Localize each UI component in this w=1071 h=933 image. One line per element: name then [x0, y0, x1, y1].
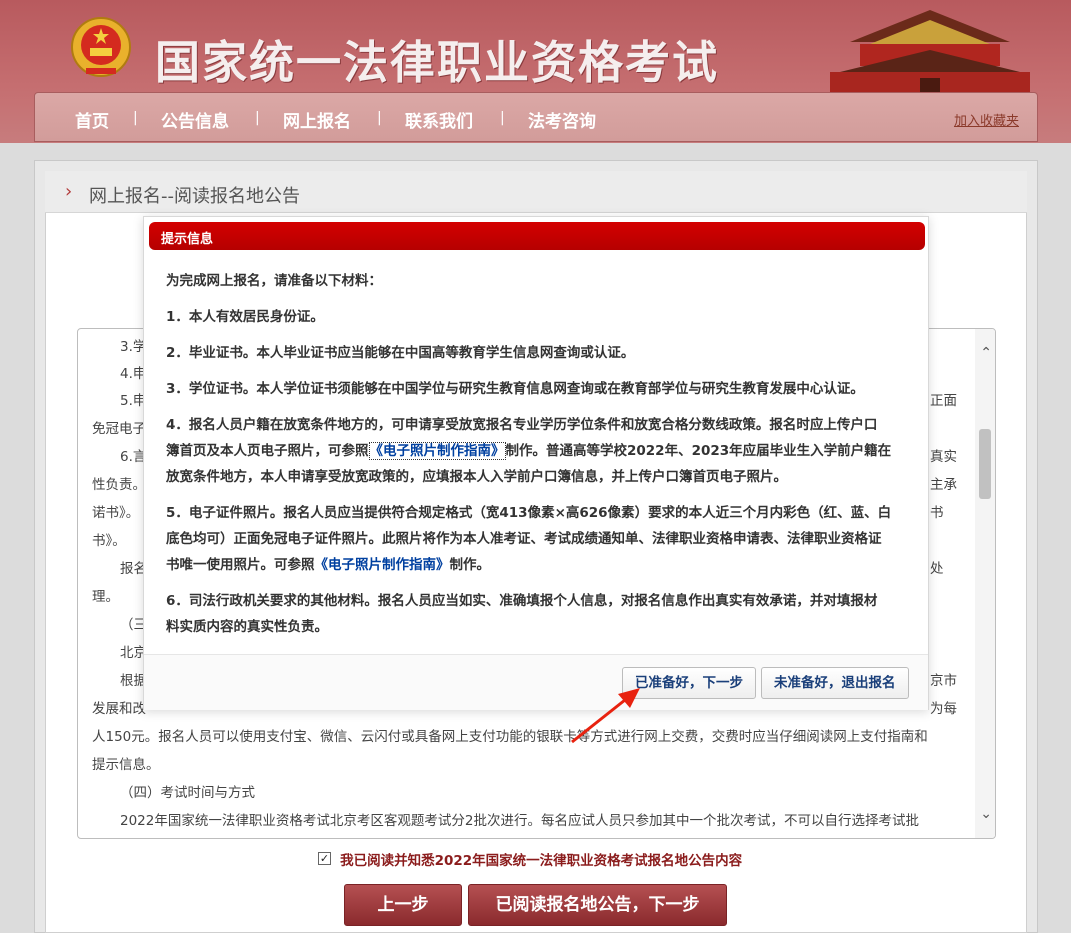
tiananmen-gate-icon [830, 10, 1030, 94]
national-emblem-icon [71, 17, 131, 77]
material-item-6-line2: 料实质内容的真实性负责。 [166, 619, 328, 635]
notice-line: 性负责。 [92, 477, 146, 493]
nav-consultation[interactable]: 法考咨询 [528, 107, 596, 132]
notice-fragment: 正面 [930, 393, 957, 409]
notice-line: 提示信息。 [92, 757, 160, 773]
agree-label[interactable]: 我已阅读并知悉2022年国家统一法律职业资格考试报名地公告内容 [340, 853, 742, 869]
material-item-4-line3: 放宽条件地方，本人申请享受放宽政策的，应填报本人入学前户口簿信息，并上传户口簿首… [166, 469, 787, 485]
nav-separator: | [377, 110, 382, 126]
nav-online-registration[interactable]: 网上报名 [283, 107, 351, 132]
notice-line: 书》。 [92, 533, 126, 549]
chevron-right-icon: › [65, 181, 73, 202]
add-favorite-link[interactable]: 加入收藏夹 [954, 110, 1019, 129]
item4-text-b: 制作。普通高等学校2022年、2023年应届毕业生入学前户籍在 [505, 443, 892, 459]
panel-header: › 网上报名--阅读报名地公告 [45, 171, 1027, 213]
photo-guide-link[interactable]: 《电子照片制作指南》 [315, 557, 450, 573]
not-ready-exit-button[interactable]: 未准备好，退出报名 [761, 667, 909, 699]
item5-text-b: 制作。 [449, 557, 491, 573]
notice-fragment: 为每 [930, 701, 957, 717]
dialog-header: 提示信息 [149, 222, 925, 250]
dialog-footer: 已准备好，下一步 未准备好，退出报名 [144, 654, 928, 710]
nav-separator: | [255, 110, 260, 126]
dialog-intro: 为完成网上报名，请准备以下材料： [166, 273, 382, 289]
nav-separator: | [133, 110, 138, 126]
nav-home[interactable]: 首页 [75, 107, 109, 132]
material-item-6-line1: 6．司法行政机关要求的其他材料。报名人员应当如实、准确填报个人信息，对报名信息作… [166, 593, 878, 609]
material-item-2: 2．毕业证书。本人毕业证书应当能够在中国高等教育学生信息网查询或认证。 [166, 345, 635, 361]
notice-line: 诺书》。 [92, 505, 140, 521]
material-item-3: 3．学位证书。本人学位证书须能够在中国学位与研究生教育信息网查询或在教育部学位与… [166, 381, 864, 397]
notice-scrollbar[interactable]: ⌃ ⌄ [975, 329, 995, 838]
chevron-up-icon[interactable]: ⌃ [980, 345, 992, 361]
material-item-5-line1: 5．电子证件照片。报名人员应当提供符合规定格式（宽413像素×高626像素）要求… [166, 505, 892, 521]
nav-separator: | [500, 110, 505, 126]
main-nav: 首页 | 公告信息 | 网上报名 | 联系我们 | 法考咨询 加入收藏夹 [34, 92, 1038, 142]
dialog-title: 提示信息 [161, 232, 214, 247]
item5-text-a: 书唯一使用照片。可参照 [166, 557, 315, 573]
annotation-arrow-icon [571, 688, 640, 744]
notice-fragment: 主承 [930, 477, 957, 493]
notice-line: 免冠电子 [92, 421, 146, 437]
next-step-button[interactable]: 已阅读报名地公告，下一步 [468, 884, 727, 926]
notice-fragment: 京市 [930, 673, 957, 689]
notice-fragment: 处 [930, 561, 944, 577]
chevron-down-icon[interactable]: ⌄ [980, 806, 992, 822]
notice-fragment: 真实 [930, 449, 957, 465]
notice-fragment: 书 [930, 505, 944, 521]
agree-checkbox[interactable]: ✓ [318, 852, 331, 865]
material-item-4-line1: 4．报名人员户籍在放宽条件地方的，可申请享受放宽报名专业学历学位条件和放宽合格分… [166, 417, 878, 433]
scrollbar-thumb[interactable] [979, 429, 991, 499]
material-item-1: 1．本人有效居民身份证。 [166, 309, 324, 325]
prev-step-button[interactable]: 上一步 [344, 884, 462, 926]
nav-announcements[interactable]: 公告信息 [161, 107, 229, 132]
material-item-5-line2: 底色均可）正面免冠电子证件照片。此照片将作为本人准考证、考试成绩通知单、法律职业… [166, 531, 882, 547]
prompt-dialog: 提示信息 为完成网上报名，请准备以下材料： 1．本人有效居民身份证。 2．毕业证… [143, 216, 929, 710]
nav-contact[interactable]: 联系我们 [405, 107, 473, 132]
notice-line: 发展和改 [92, 701, 146, 717]
material-item-4-line2: 簿首页及本人页电子照片，可参照《电子照片制作指南》制作。普通高等学校2022年、… [166, 439, 892, 460]
site-title: 国家统一法律职业资格考试 [155, 36, 720, 89]
page-title: 网上报名--阅读报名地公告 [89, 186, 300, 207]
item4-text-a: 簿首页及本人页电子照片，可参照 [166, 443, 369, 459]
notice-line: 人150元。报名人员可以使用支付宝、微信、云闪付或具备网上支付功能的银联卡等方式… [92, 729, 928, 745]
notice-line: 理。 [92, 589, 119, 605]
agree-row: ✓ 我已阅读并知悉2022年国家统一法律职业资格考试报名地公告内容 [318, 848, 742, 869]
photo-guide-link[interactable]: 《电子照片制作指南》 [368, 442, 506, 460]
notice-line: （四）考试时间与方式 [120, 785, 255, 801]
material-item-5-line3: 书唯一使用照片。可参照《电子照片制作指南》制作。 [166, 553, 490, 573]
notice-line: 2022年国家统一法律职业资格考试北京考区客观题考试分2批次进行。每名应试人员只… [120, 813, 919, 829]
